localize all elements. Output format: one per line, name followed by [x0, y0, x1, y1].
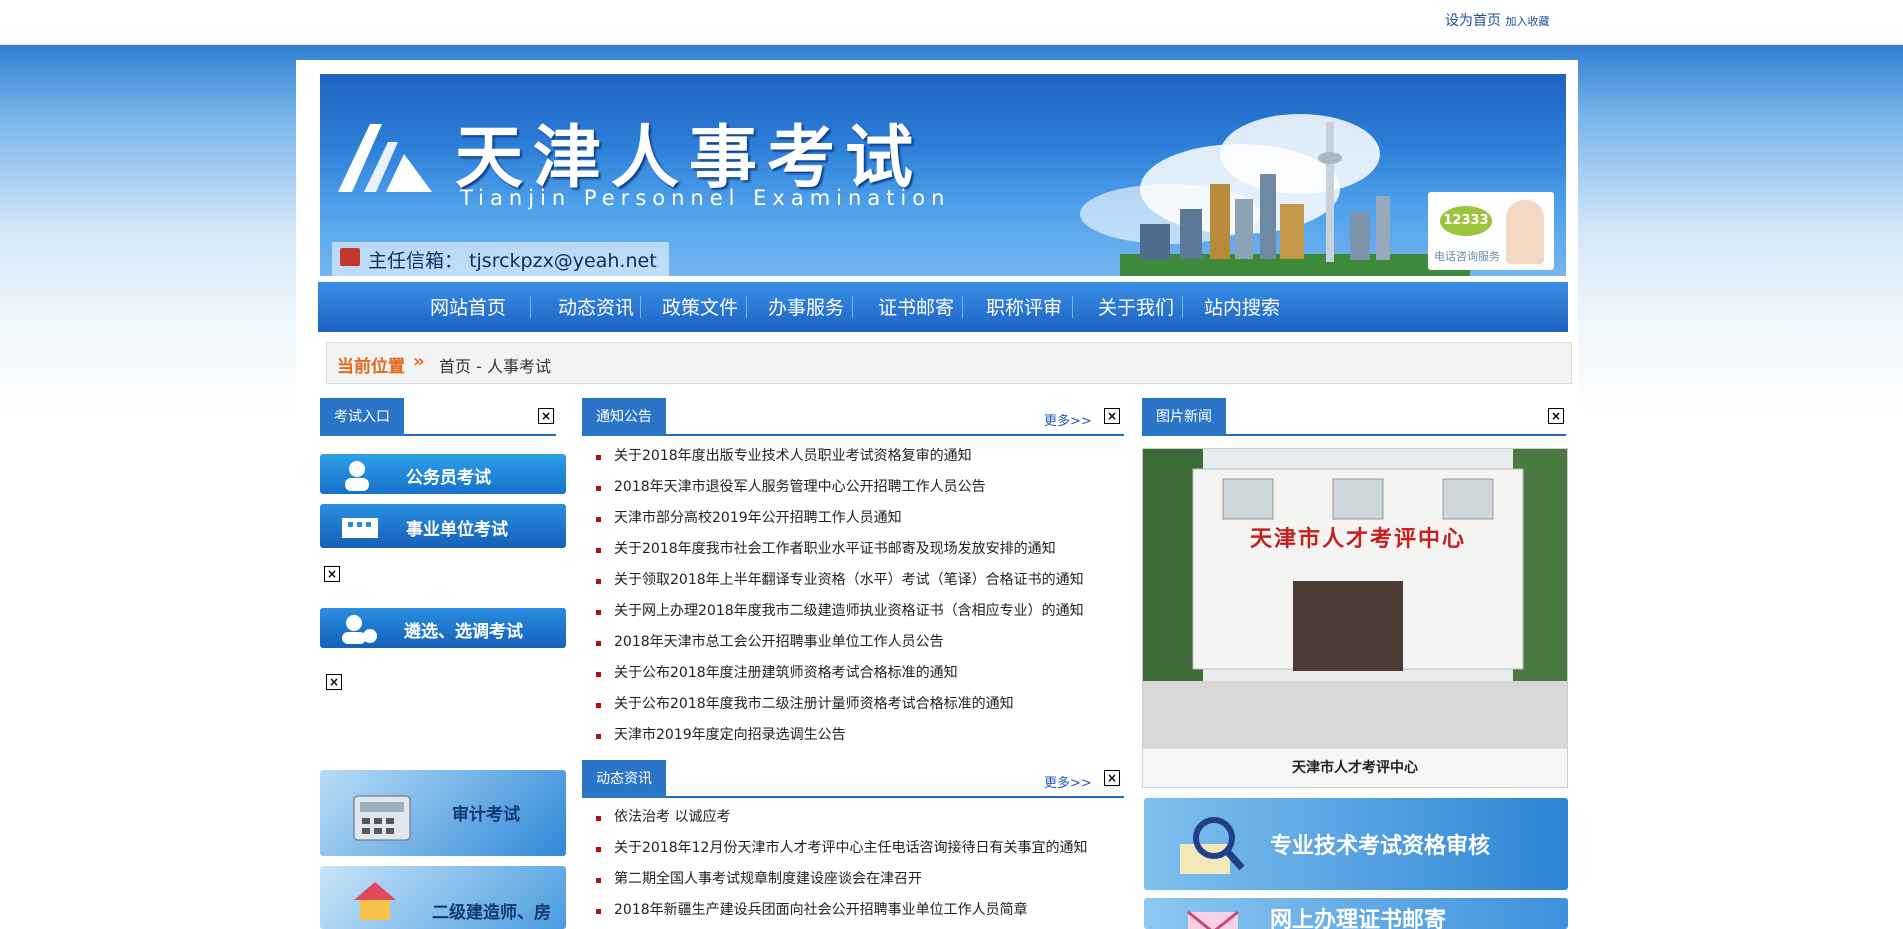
nav-about[interactable]: 关于我们 [1098, 294, 1174, 322]
top-bar: 设为首页 加入收藏 [0, 0, 1903, 45]
notice-item[interactable]: 2018年天津市退役军人服务管理中心公开招聘工作人员公告 [582, 472, 1102, 503]
civil-servant-exam-button[interactable]: 公务员考试 [320, 454, 566, 494]
users-icon [342, 615, 377, 644]
main-nav: 网站首页 动态资讯 政策文件 办事服务 证书邮寄 职称评审 关于我们 站内搜索 [318, 282, 1568, 332]
house-icon [354, 882, 396, 920]
photo-news-header: 图片新闻 × [1142, 398, 1566, 436]
close-icon[interactable]: × [324, 566, 340, 582]
building-sign: 天津市人才考评中心 [1249, 527, 1466, 552]
nav-services[interactable]: 办事服务 [768, 294, 844, 322]
breadcrumb-label: 当前位置 [337, 357, 405, 377]
site-subtitle: Tianjin Personnel Examination [460, 186, 951, 210]
double-chevron-right-icon: » [413, 351, 425, 372]
constructor-exam-label: 二级建造师、房 [432, 903, 551, 923]
close-icon[interactable]: × [1548, 408, 1564, 424]
close-icon[interactable]: × [1104, 408, 1120, 424]
top-links: 设为首页 加入收藏 [1445, 10, 1549, 30]
director-email[interactable]: 主任信箱： tjsrckpzx@yeah.net [332, 242, 669, 276]
nav-policy[interactable]: 政策文件 [662, 294, 738, 322]
nav-divider [640, 296, 641, 318]
nav-divider [746, 296, 747, 318]
notice-item[interactable]: 关于领取2018年上半年翻译专业资格（水平）考试（笔译）合格证书的通知 [582, 565, 1102, 596]
nav-divider [1072, 296, 1073, 318]
email-label: 主任信箱： [368, 250, 464, 272]
hotline-badge[interactable]: 12333 电话咨询服务 [1428, 192, 1554, 270]
close-icon[interactable]: × [1104, 770, 1120, 786]
nav-news[interactable]: 动态资讯 [558, 294, 634, 322]
person-icon [345, 461, 369, 491]
notice-item[interactable]: 关于公布2018年度我市二级注册计量师资格考试合格标准的通知 [582, 689, 1102, 720]
civil-servant-exam-label: 公务员考试 [406, 468, 491, 488]
header-banner: 天津人事考试 Tianjin Personnel Examination 主任信… [320, 74, 1566, 276]
envelope-icon [1187, 910, 1239, 929]
notice-item[interactable]: 关于2018年度我市社会工作者职业水平证书邮寄及现场发放安排的通知 [582, 534, 1102, 565]
close-icon[interactable]: × [538, 408, 554, 424]
news-list: 依法治考 以诚应考 关于2018年12月份天津市人才考评中心主任电话咨询接待日有… [582, 802, 1102, 926]
tab-news[interactable]: 动态资讯 [582, 760, 666, 798]
news-more-link[interactable]: 更多>> [1044, 772, 1092, 791]
audit-exam-button[interactable]: 审计考试 [320, 770, 566, 856]
notice-item[interactable]: 关于公布2018年度注册建筑师资格考试合格标准的通知 [582, 658, 1102, 689]
selection-exam-label: 遴选、选调考试 [404, 622, 523, 642]
notices-list: 关于2018年度出版专业技术人员职业考试资格复审的通知 2018年天津市退役军人… [582, 441, 1102, 751]
selection-exam-button[interactable]: 遴选、选调考试 [320, 608, 566, 648]
notice-item[interactable]: 关于2018年度出版专业技术人员职业考试资格复审的通知 [582, 441, 1102, 472]
nav-divider [530, 296, 531, 318]
notice-item[interactable]: 天津市2019年度定向招录选调生公告 [582, 720, 1102, 751]
nav-divider [962, 296, 963, 318]
certificate-mail-label: 网上办理证书邮寄 [1270, 908, 1447, 929]
breadcrumb: 当前位置 » 首页 - 人事考试 [326, 342, 1572, 384]
notice-item[interactable]: 天津市部分高校2019年公开招聘工作人员通知 [582, 503, 1102, 534]
constructor-exam-button[interactable]: 二级建造师、房 [320, 866, 566, 929]
qualification-review-button[interactable]: 专业技术考试资格审核 [1144, 798, 1568, 890]
building-photo [1143, 449, 1567, 749]
close-icon[interactable]: × [326, 674, 342, 690]
email-address: tjsrckpzx@yeah.net [469, 250, 657, 272]
operator-avatar [1506, 200, 1544, 264]
public-institution-exam-label: 事业单位考试 [406, 520, 508, 540]
certificate-mail-button[interactable]: 网上办理证书邮寄 [1144, 898, 1568, 929]
nav-home[interactable]: 网站首页 [430, 294, 506, 322]
mail-icon [340, 248, 360, 266]
exam-entry-header: 考试入口 × [320, 398, 556, 436]
building-icon [342, 518, 378, 538]
news-item[interactable]: 关于2018年12月份天津市人才考评中心主任电话咨询接待日有关事宜的通知 [582, 833, 1102, 864]
tab-exam-entry[interactable]: 考试入口 [320, 398, 404, 436]
tab-photo-news[interactable]: 图片新闻 [1142, 398, 1226, 436]
page-container: 天津人事考试 Tianjin Personnel Examination 主任信… [296, 60, 1578, 929]
nav-divider [852, 296, 853, 318]
hotline-number: 12333 [1440, 206, 1492, 236]
notices-header: 通知公告 更多>> × [582, 398, 1124, 436]
qualification-review-label: 专业技术考试资格审核 [1270, 834, 1491, 859]
city-skyline-image [1120, 122, 1470, 276]
news-item[interactable]: 2018年新疆生产建设兵团面向社会公开招聘事业单位工作人员简章 [582, 895, 1102, 926]
magnifier-icon [1180, 817, 1245, 874]
photo-news-image[interactable]: 天津市人才考评中心 天津市人才考评中心 [1142, 448, 1568, 788]
public-institution-exam-button[interactable]: 事业单位考试 [320, 504, 566, 548]
notice-item[interactable]: 关于网上办理2018年度我市二级建造师执业资格证书（含相应专业）的通知 [582, 596, 1102, 627]
calculator-icon [353, 795, 411, 841]
news-item[interactable]: 依法治考 以诚应考 [582, 802, 1102, 833]
hotline-text: 电话咨询服务 [1434, 250, 1500, 263]
audit-exam-label: 审计考试 [452, 805, 520, 825]
news-item[interactable]: 第二期全国人事考试规章制度建设座谈会在津召开 [582, 864, 1102, 895]
photo-caption: 天津市人才考评中心 [1143, 749, 1567, 787]
add-favorite-link[interactable]: 加入收藏 [1505, 15, 1549, 28]
nav-divider [1182, 296, 1183, 318]
logo-icon[interactable] [330, 114, 440, 194]
nav-certificate-mail[interactable]: 证书邮寄 [878, 294, 954, 322]
notice-item[interactable]: 2018年天津市总工会公开招聘事业单位工作人员公告 [582, 627, 1102, 658]
set-home-link[interactable]: 设为首页 [1445, 13, 1501, 29]
nav-search[interactable]: 站内搜索 [1204, 294, 1280, 322]
breadcrumb-path: 首页 - 人事考试 [439, 357, 551, 376]
tab-notices[interactable]: 通知公告 [582, 398, 666, 436]
nav-title-review[interactable]: 职称评审 [986, 294, 1062, 322]
notices-more-link[interactable]: 更多>> [1044, 410, 1092, 429]
news-header: 动态资讯 更多>> × [582, 760, 1124, 798]
